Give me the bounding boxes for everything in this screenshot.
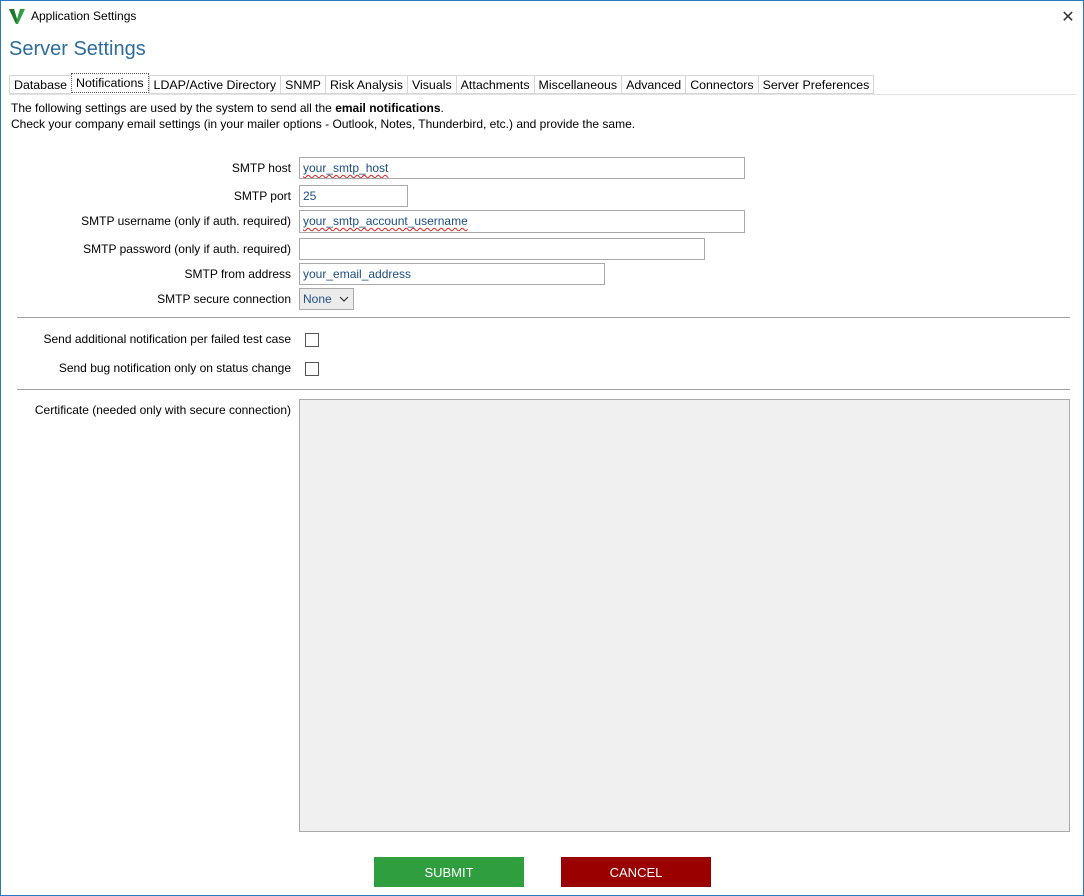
- close-icon: ✕: [1061, 8, 1075, 26]
- smtp-from-input[interactable]: your_email_address: [299, 263, 605, 285]
- title-bar: Application Settings ✕: [1, 1, 1083, 32]
- intro-line-1: The following settings are used by the s…: [11, 101, 444, 115]
- smtp-username-input[interactable]: your_smtp_account_username: [299, 210, 745, 233]
- tab-risk-analysis[interactable]: Risk Analysis: [324, 75, 407, 94]
- smtp-secure-value: None: [303, 292, 332, 306]
- smtp-port-input[interactable]: 25: [299, 185, 408, 207]
- notify-failed-test-checkbox[interactable]: [305, 333, 319, 347]
- tab-visuals[interactable]: Visuals: [406, 75, 456, 94]
- notify-failed-test-label: Send additional notification per failed …: [43, 332, 292, 346]
- settings-tabs: Database Notifications LDAP/Active Directo…: [9, 73, 875, 95]
- section-divider-1: [17, 317, 1070, 318]
- tab-connectors[interactable]: Connectors: [685, 75, 758, 94]
- tab-notifications[interactable]: Notifications: [71, 73, 149, 93]
- tab-server-preferences[interactable]: Server Preferences: [757, 75, 875, 94]
- smtp-username-value: your_smtp_account_username: [303, 214, 468, 228]
- tab-advanced[interactable]: Advanced: [621, 75, 686, 94]
- intro-text-suffix: .: [440, 101, 444, 115]
- smtp-username-label: SMTP username (only if auth. required): [81, 214, 291, 228]
- smtp-secure-select[interactable]: None: [299, 288, 354, 310]
- smtp-from-label: SMTP from address: [184, 267, 291, 281]
- smtp-host-input[interactable]: your_smtp_host: [299, 157, 745, 179]
- intro-text-prefix: The following settings are used by the s…: [11, 101, 336, 115]
- smtp-host-label: SMTP host: [231, 161, 291, 175]
- close-button[interactable]: ✕: [1053, 1, 1083, 32]
- smtp-host-value: your_smtp_host: [303, 161, 389, 175]
- tab-database[interactable]: Database: [9, 75, 72, 94]
- smtp-password-input[interactable]: [299, 238, 705, 260]
- application-settings-window: Application Settings ✕ Server Settings D…: [0, 0, 1084, 896]
- certificate-textarea[interactable]: [299, 399, 1070, 832]
- tab-ldap-active-directory[interactable]: LDAP/Active Directory: [148, 75, 281, 94]
- tab-snmp[interactable]: SNMP: [280, 75, 325, 94]
- smtp-password-label: SMTP password (only if auth. required): [83, 242, 291, 256]
- smtp-port-label: SMTP port: [233, 189, 291, 203]
- intro-text-bold: email notifications: [335, 101, 441, 115]
- smtp-from-value: your_email_address: [303, 267, 412, 281]
- tab-attachments[interactable]: Attachments: [455, 75, 534, 94]
- bug-status-only-checkbox[interactable]: [305, 362, 319, 376]
- smtp-secure-label: SMTP secure connection: [157, 292, 291, 306]
- section-divider-2: [17, 389, 1070, 390]
- submit-button[interactable]: SUBMIT: [374, 857, 524, 887]
- tab-miscellaneous[interactable]: Miscellaneous: [533, 75, 622, 94]
- smtp-port-value: 25: [303, 189, 317, 203]
- page-title: Server Settings: [9, 38, 146, 60]
- certificate-label: Certificate (needed only with secure con…: [34, 403, 291, 417]
- intro-line-2: Check your company email settings (in yo…: [11, 117, 636, 131]
- window-title: Application Settings: [31, 9, 137, 23]
- chevron-down-icon: [339, 296, 349, 302]
- cancel-button[interactable]: CANCEL: [561, 857, 711, 887]
- bug-status-only-label: Send bug notification only on status cha…: [58, 361, 291, 375]
- tab-divider: [9, 94, 1076, 95]
- app-logo-icon: [9, 9, 25, 24]
